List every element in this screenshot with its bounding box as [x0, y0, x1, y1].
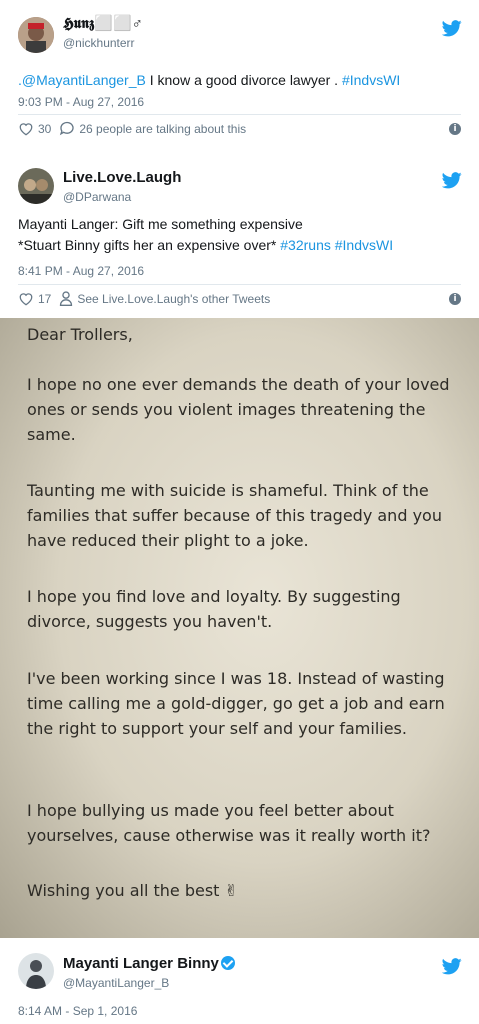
hashtag-link[interactable]: #IndvsWI	[335, 237, 393, 253]
letter-paragraph-3: I hope you find love and loyalty. By sug…	[27, 587, 401, 631]
timestamp[interactable]: 8:14 AM - Sep 1, 2016	[18, 1004, 137, 1018]
avatar[interactable]	[18, 953, 54, 989]
display-name[interactable]: Mayanti Langer Binny	[63, 955, 235, 972]
tweet-text: Mayanti Langer: Gift me something expens…	[18, 214, 393, 256]
letter-paragraph-1: I hope no one ever demands the death of …	[27, 375, 450, 444]
profile-link[interactable]: See Live.Love.Laugh's other Tweets	[77, 292, 270, 306]
display-name-text[interactable]: Mayanti Langer Binny	[63, 955, 219, 972]
letter-paragraph-5: I hope bullying us made you feel better …	[27, 801, 431, 845]
twitter-bird-icon[interactable]	[442, 958, 462, 975]
heart-icon[interactable]	[18, 122, 34, 136]
letter-paragraph-2: Taunting me with suicide is shameful. Th…	[27, 481, 442, 550]
mention-link[interactable]: .@MayantiLanger_B	[18, 72, 146, 88]
comments-text[interactable]: 26 people are talking about this	[79, 122, 246, 136]
verified-badge-icon	[220, 956, 235, 970]
tweet-actions: 17 See Live.Love.Laugh's other Tweets	[18, 291, 278, 306]
handle[interactable]: @MayantiLanger_B	[63, 976, 169, 990]
hashtag-link[interactable]: #32runs	[280, 237, 331, 253]
display-name[interactable]: Live.Love.Laugh	[63, 169, 181, 186]
like-count[interactable]: 17	[38, 292, 51, 306]
tweet-line-2: *Stuart Binny gifts her an expensive ove…	[18, 235, 393, 256]
heart-icon[interactable]	[18, 292, 34, 306]
tweet-text: .@MayantiLanger_B I know a good divorce …	[18, 70, 400, 91]
handle[interactable]: @DParwana	[63, 190, 131, 204]
tweet-line-1: Mayanti Langer: Gift me something expens…	[18, 216, 303, 232]
tweet-2: Live.Love.Laugh @DParwana Mayanti Langer…	[0, 150, 479, 318]
letter-closing: Wishing you all the best ✌	[27, 881, 238, 900]
display-name[interactable]: 𝕳𝖚𝖓𝖟⬜⬜♂	[63, 14, 143, 32]
tweet-actions: 30 26 people are talking about this	[18, 121, 254, 136]
letter-image: Dear Trollers, I hope no one ever demand…	[0, 318, 479, 938]
tweet-line-2-text: *Stuart Binny gifts her an expensive ove…	[18, 237, 281, 253]
comment-icon[interactable]	[59, 121, 75, 136]
info-icon[interactable]: i	[449, 123, 461, 135]
handle[interactable]: @nickhunterr	[63, 36, 135, 50]
letter-salutation: Dear Trollers,	[27, 325, 133, 344]
letter-paragraph-4: I've been working since I was 18. Instea…	[27, 669, 445, 738]
divider	[18, 114, 461, 115]
hashtag-link[interactable]: #IndvsWI	[342, 72, 400, 88]
like-count[interactable]: 30	[38, 122, 51, 136]
tweet-3: Mayanti Langer Binny @MayantiLanger_B 8:…	[0, 938, 479, 1024]
tweet-1: 𝕳𝖚𝖓𝖟⬜⬜♂ @nickhunterr .@MayantiLanger_B I…	[0, 0, 479, 150]
twitter-bird-icon[interactable]	[442, 20, 462, 37]
timestamp[interactable]: 8:41 PM - Aug 27, 2016	[18, 264, 144, 278]
tweet-text-main: I know a good divorce lawyer .	[145, 72, 342, 88]
avatar[interactable]	[18, 168, 54, 204]
avatar[interactable]	[18, 17, 54, 53]
twitter-bird-icon[interactable]	[442, 172, 462, 189]
person-icon[interactable]	[59, 291, 73, 306]
divider	[18, 284, 461, 285]
timestamp[interactable]: 9:03 PM - Aug 27, 2016	[18, 95, 144, 109]
info-icon[interactable]: i	[449, 293, 461, 305]
